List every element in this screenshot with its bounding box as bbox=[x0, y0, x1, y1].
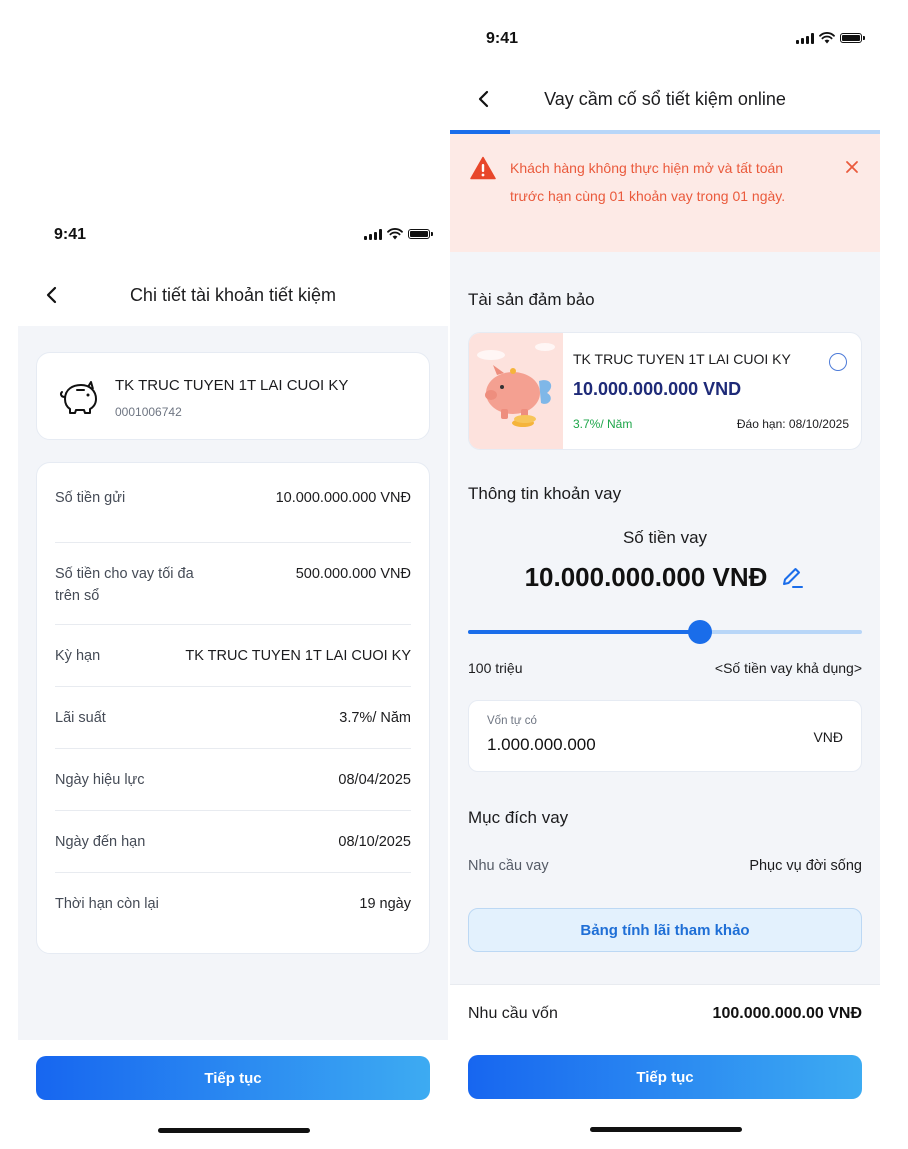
continue-button[interactable]: Tiếp tục bbox=[468, 1055, 862, 1099]
signal-icon bbox=[364, 228, 382, 240]
detail-row-max-loan: Số tiền cho vay tối đa trên sổ 500.000.0… bbox=[55, 543, 411, 625]
piggy-bank-icon bbox=[60, 381, 97, 414]
detail-row-deposit: Số tiền gửi 10.000.000.000 VNĐ bbox=[55, 463, 411, 543]
collateral-rate: 3.7%/ Năm bbox=[573, 417, 633, 431]
own-capital-label: Vốn tự có bbox=[487, 715, 537, 727]
savings-detail-screen: 9:41 Chi tiết tài khoản tiết kiệm TK TRU… bbox=[18, 208, 448, 1149]
slider-thumb[interactable] bbox=[688, 620, 713, 644]
back-arrow-icon[interactable] bbox=[472, 87, 496, 111]
alert-message: Khách hàng không thực hiện mở và tất toá… bbox=[510, 160, 786, 204]
wifi-icon bbox=[387, 228, 403, 240]
loan-amount-label: Số tiền vay bbox=[622, 528, 708, 547]
nav-bar: Vay cầm cố sổ tiết kiệm online bbox=[450, 68, 880, 130]
detail-label: Lãi suất bbox=[55, 710, 106, 726]
detail-value: 19 ngày bbox=[359, 896, 411, 912]
account-name: TK TRUC TUYEN 1T LAI CUOI KY bbox=[115, 377, 349, 394]
bottom-action-area: Tiếp tục bbox=[18, 1040, 448, 1149]
detail-value: 08/10/2025 bbox=[338, 834, 411, 850]
home-indicator bbox=[158, 1128, 310, 1133]
pledge-loan-screen: 9:41 Vay cầm cố sổ tiết kiệm online Khác… bbox=[450, 12, 880, 1149]
loan-amount-row: 10.000.000.000 VNĐ bbox=[450, 562, 880, 593]
detail-value: 3.7%/ Năm bbox=[339, 710, 411, 726]
account-card: TK TRUC TUYEN 1T LAI CUOI KY 0001006742 bbox=[36, 352, 430, 440]
detail-value: 08/04/2025 bbox=[338, 772, 411, 788]
detail-value: TK TRUC TUYEN 1T LAI CUOI KY bbox=[185, 648, 411, 664]
home-indicator bbox=[590, 1127, 742, 1132]
detail-label: Số tiền cho vay tối đa trên sổ bbox=[55, 566, 194, 604]
slider-max-label: <Số tiền vay khả dụng> bbox=[714, 660, 862, 676]
status-time: 9:41 bbox=[486, 30, 519, 47]
status-icons bbox=[796, 32, 865, 44]
piggy-illustration bbox=[469, 333, 563, 449]
collateral-account-name: TK TRUC TUYEN 1T LAI CUOI KY bbox=[573, 351, 791, 367]
warning-alert: Khách hàng không thực hiện mở và tất toá… bbox=[450, 134, 880, 252]
edit-pencil-icon[interactable] bbox=[779, 565, 805, 591]
account-number: 0001006742 bbox=[115, 405, 182, 419]
detail-value: 500.000.000 VNĐ bbox=[295, 566, 411, 582]
detail-label: Kỳ hạn bbox=[55, 648, 101, 664]
own-capital-field[interactable]: Vốn tự có VNĐ bbox=[468, 700, 862, 772]
purpose-label: Nhu cầu vay bbox=[468, 858, 549, 874]
detail-card: Số tiền gửi 10.000.000.000 VNĐ Số tiền c… bbox=[36, 462, 430, 954]
loan-purpose-row[interactable]: Nhu cầu vay Phục vụ đời sống bbox=[468, 858, 862, 874]
nav-bar: Chi tiết tài khoản tiết kiệm bbox=[18, 264, 448, 326]
slider-fill bbox=[468, 630, 701, 634]
warning-icon bbox=[470, 156, 496, 180]
page-title: Chi tiết tài khoản tiết kiệm bbox=[129, 284, 337, 305]
purpose-section-title: Mục đích vay bbox=[468, 808, 569, 827]
status-time: 9:41 bbox=[54, 226, 87, 243]
loan-amount-slider[interactable] bbox=[468, 620, 862, 644]
detail-row-term: Kỳ hạn TK TRUC TUYEN 1T LAI CUOI KY bbox=[55, 625, 411, 687]
detail-label: Thời hạn còn lại bbox=[55, 896, 159, 912]
detail-row-interest-rate: Lãi suất 3.7%/ Năm bbox=[55, 687, 411, 749]
detail-row-effective-date: Ngày hiệu lực 08/04/2025 bbox=[55, 749, 411, 811]
capital-need-value: 100.000.000.00 VNĐ bbox=[712, 1005, 862, 1022]
own-capital-unit: VNĐ bbox=[813, 729, 843, 745]
purpose-value: Phục vụ đời sống bbox=[749, 858, 862, 874]
collateral-section-title: Tài sản đảm bảo bbox=[468, 290, 595, 309]
close-icon[interactable] bbox=[844, 159, 860, 175]
wifi-icon bbox=[819, 32, 835, 44]
collateral-maturity: Đáo hạn: 08/10/2025 bbox=[736, 417, 849, 431]
capital-need-label: Nhu cầu vốn bbox=[468, 1005, 558, 1022]
status-icons bbox=[364, 228, 433, 240]
collateral-amount: 10.000.000.000 VND bbox=[573, 379, 742, 399]
collateral-card[interactable]: TK TRUC TUYEN 1T LAI CUOI KY 10.000.000.… bbox=[468, 332, 862, 450]
summary-area: Nhu cầu vốn 100.000.000.00 VNĐ Tiếp tục bbox=[450, 984, 880, 1149]
detail-label: Số tiền gửi bbox=[55, 490, 126, 506]
continue-button[interactable]: Tiếp tục bbox=[36, 1056, 430, 1100]
back-arrow-icon[interactable] bbox=[40, 283, 64, 307]
battery-icon bbox=[408, 229, 433, 239]
slider-min-label: 100 triệu bbox=[468, 660, 523, 676]
status-bar: 9:41 bbox=[450, 12, 880, 68]
battery-icon bbox=[840, 33, 865, 43]
detail-label: Ngày hiệu lực bbox=[55, 772, 145, 788]
page-title: Vay cầm cố sổ tiết kiệm online bbox=[544, 88, 786, 109]
loan-amount: 10.000.000.000 VNĐ bbox=[524, 562, 768, 592]
status-bar: 9:41 bbox=[18, 208, 448, 264]
detail-row-maturity-date: Ngày đến hạn 08/10/2025 bbox=[55, 811, 411, 873]
collateral-radio[interactable] bbox=[829, 353, 847, 371]
detail-row-remaining-term: Thời hạn còn lại 19 ngày bbox=[55, 873, 411, 935]
own-capital-input[interactable] bbox=[487, 735, 767, 755]
signal-icon bbox=[796, 32, 814, 44]
piggy-bank-icon bbox=[477, 343, 555, 427]
detail-value: 10.000.000.000 VNĐ bbox=[275, 490, 411, 506]
detail-label: Ngày đến hạn bbox=[55, 834, 146, 850]
loan-info-section-title: Thông tin khoản vay bbox=[468, 484, 622, 503]
interest-table-button[interactable]: Bảng tính lãi tham khảo bbox=[468, 908, 862, 952]
